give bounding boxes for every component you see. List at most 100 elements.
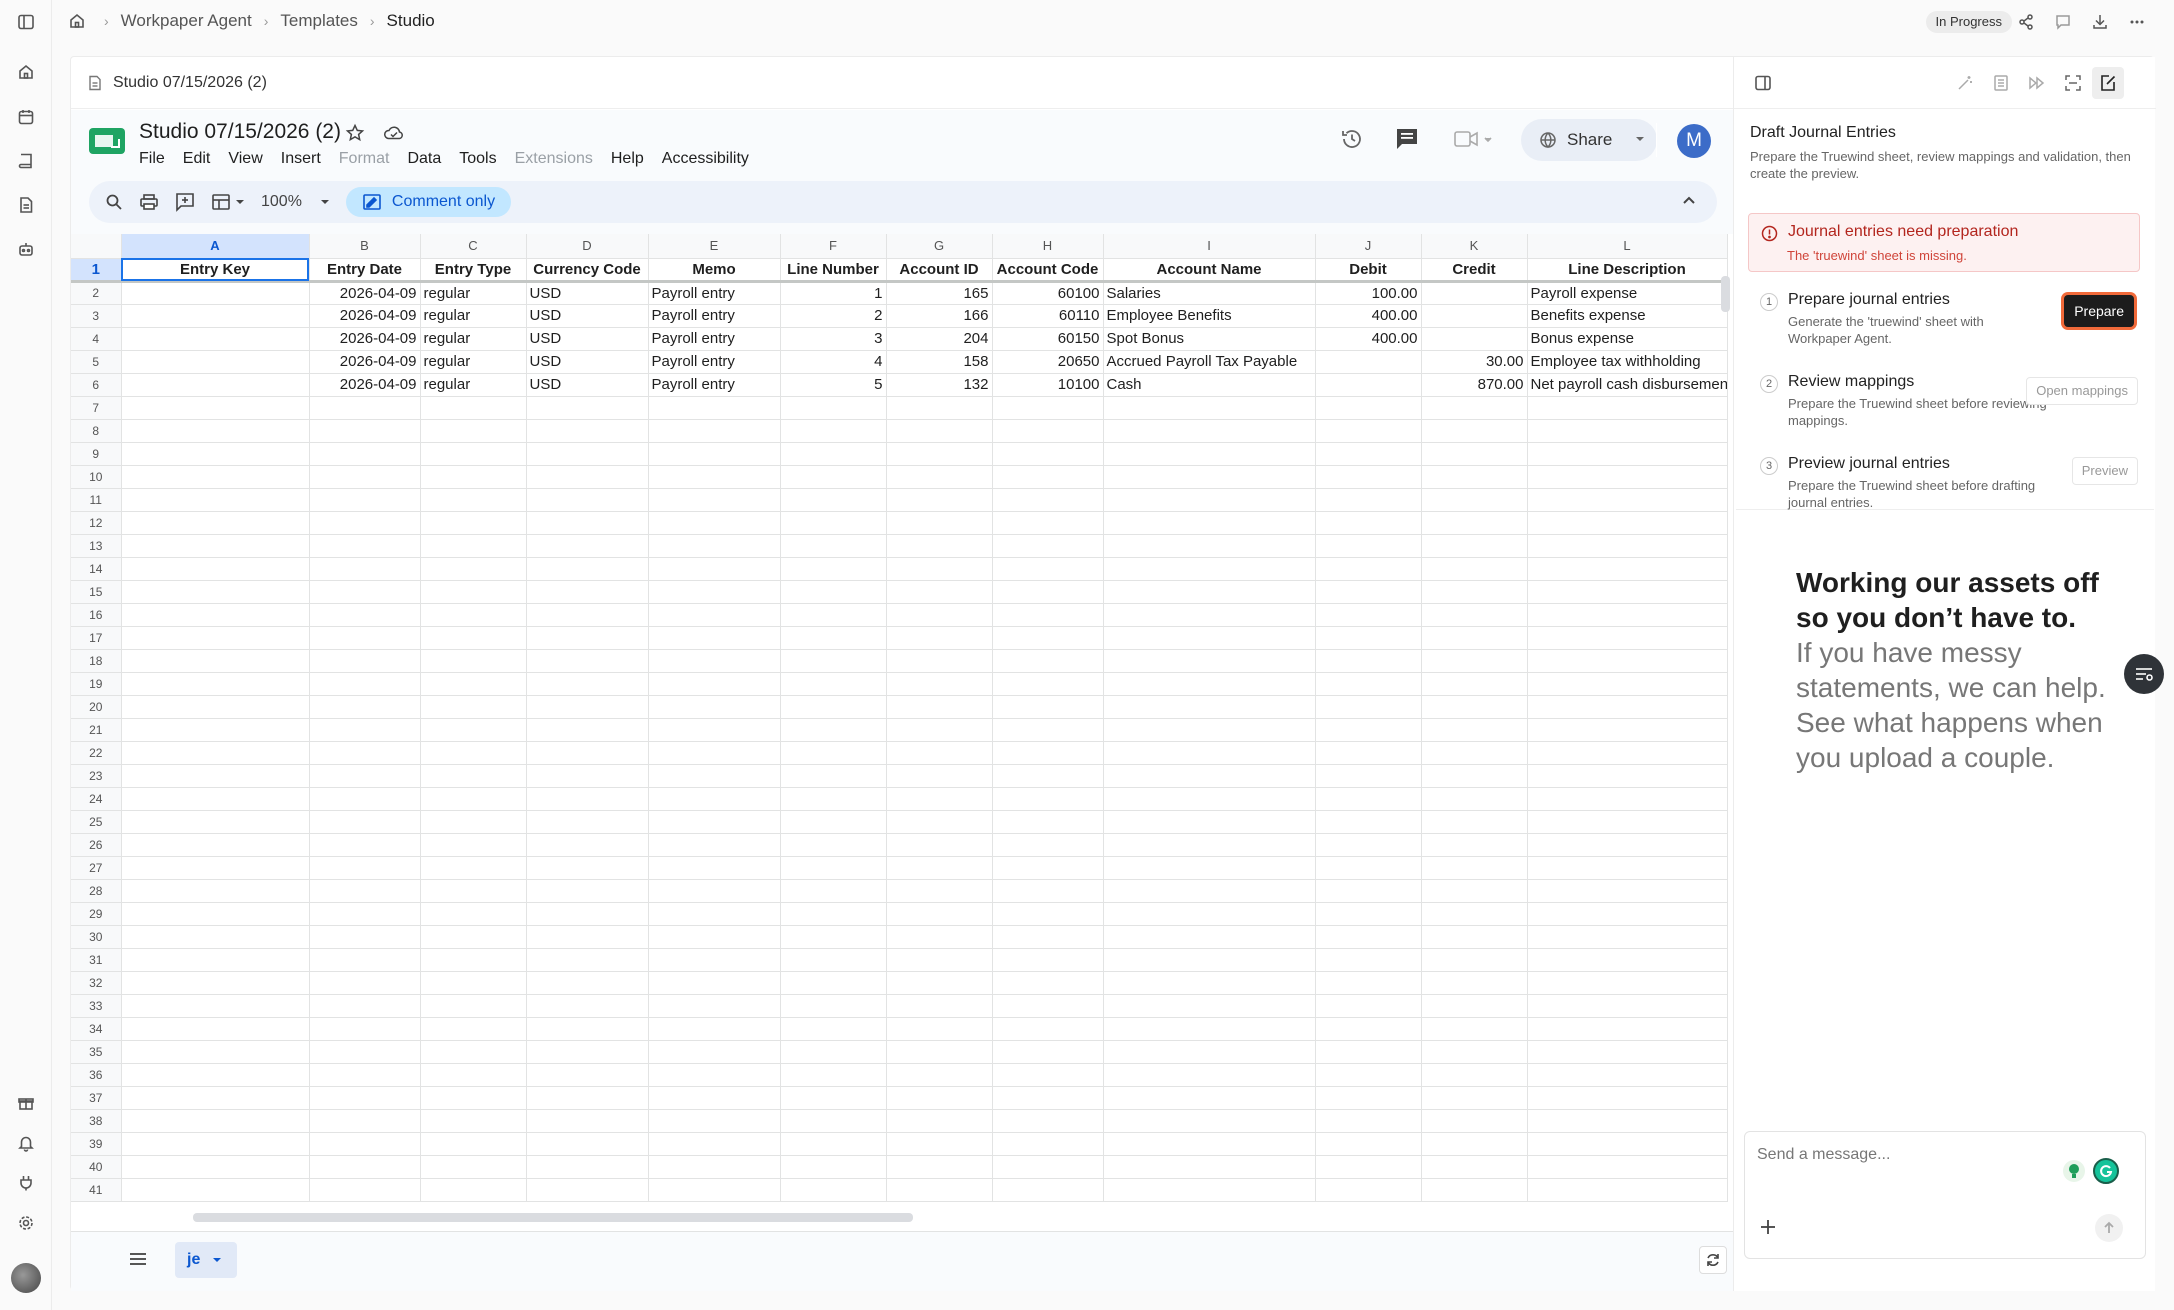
column-header-d[interactable]: D — [526, 234, 649, 259]
cell[interactable] — [1527, 856, 1728, 880]
cell[interactable] — [526, 1040, 649, 1064]
sheet-table[interactable]: A B C D E F G H I J K L 1 Entry Key Entry Date Entry Ty… — [71, 234, 1728, 1202]
cell[interactable] — [886, 649, 993, 673]
cell[interactable] — [1421, 281, 1528, 305]
cell[interactable] — [1421, 419, 1528, 443]
column-title-cell[interactable]: Entry Date — [309, 258, 421, 283]
cell[interactable] — [309, 488, 421, 512]
cell[interactable] — [992, 1132, 1104, 1156]
cell[interactable] — [1527, 787, 1728, 811]
cell[interactable] — [780, 879, 887, 903]
row-header[interactable]: 40 — [71, 1155, 122, 1179]
cell[interactable] — [886, 1109, 993, 1133]
cell[interactable] — [1527, 902, 1728, 926]
cell[interactable] — [992, 879, 1104, 903]
cell[interactable] — [1103, 534, 1316, 558]
cell[interactable] — [526, 1017, 649, 1041]
cell[interactable] — [526, 534, 649, 558]
row-header[interactable]: 8 — [71, 419, 122, 443]
cell[interactable] — [648, 557, 781, 581]
cell[interactable] — [1421, 1086, 1528, 1110]
menu-data[interactable]: Data — [407, 150, 441, 168]
cell[interactable]: Employee Benefits — [1103, 304, 1316, 328]
cell[interactable] — [886, 994, 993, 1018]
meet-video-icon[interactable] — [1453, 129, 1493, 149]
cell[interactable] — [1315, 1109, 1422, 1133]
cell[interactable] — [1421, 948, 1528, 972]
cell[interactable] — [1527, 557, 1728, 581]
cell[interactable] — [1103, 1017, 1316, 1041]
cell[interactable]: Bonus expense — [1527, 327, 1728, 351]
cell[interactable]: regular — [420, 373, 527, 397]
lightbulb-icon[interactable] — [2063, 1160, 2085, 1182]
cell[interactable] — [1421, 396, 1528, 420]
cell[interactable] — [1527, 1063, 1728, 1087]
cell[interactable] — [121, 465, 310, 489]
cell[interactable] — [886, 764, 993, 788]
cell[interactable] — [1527, 603, 1728, 627]
cell[interactable] — [648, 534, 781, 558]
cell[interactable] — [886, 787, 993, 811]
cell[interactable] — [121, 603, 310, 627]
cell[interactable] — [1421, 488, 1528, 512]
cell[interactable] — [121, 304, 310, 328]
add-comment-icon[interactable] — [175, 192, 195, 212]
draft-journal-entries-tool-icon[interactable] — [2092, 67, 2124, 99]
send-arrow-icon[interactable] — [2095, 1214, 2123, 1242]
cell[interactable] — [886, 488, 993, 512]
cell[interactable] — [309, 902, 421, 926]
cell[interactable] — [780, 511, 887, 535]
cell[interactable] — [121, 925, 310, 949]
cell[interactable] — [1527, 718, 1728, 742]
column-title-cell[interactable]: Account ID — [886, 258, 993, 283]
cell[interactable] — [1527, 511, 1728, 535]
cell[interactable] — [1527, 925, 1728, 949]
column-title-cell[interactable]: Memo — [648, 258, 781, 283]
cell[interactable] — [1103, 879, 1316, 903]
cell[interactable] — [1421, 741, 1528, 765]
cell[interactable]: 4 — [780, 350, 887, 374]
cell[interactable]: regular — [420, 327, 527, 351]
cell[interactable] — [121, 649, 310, 673]
cell[interactable] — [526, 649, 649, 673]
cell[interactable] — [886, 580, 993, 604]
home-breadcrumb-icon[interactable] — [68, 12, 86, 30]
cell[interactable] — [648, 396, 781, 420]
cell[interactable] — [992, 1109, 1104, 1133]
cell[interactable]: 132 — [886, 373, 993, 397]
cell[interactable] — [1315, 695, 1422, 719]
cell[interactable] — [1421, 833, 1528, 857]
cell[interactable] — [780, 1109, 887, 1133]
cell[interactable] — [648, 879, 781, 903]
cell[interactable] — [420, 1155, 527, 1179]
cell[interactable] — [526, 810, 649, 834]
cell[interactable] — [1421, 1063, 1528, 1087]
cell[interactable] — [121, 1132, 310, 1156]
cell[interactable] — [309, 419, 421, 443]
cell[interactable] — [420, 994, 527, 1018]
cell[interactable] — [648, 787, 781, 811]
row-header[interactable]: 37 — [71, 1086, 122, 1110]
cell[interactable] — [121, 879, 310, 903]
cell[interactable] — [1315, 626, 1422, 650]
cell[interactable] — [309, 442, 421, 466]
cell[interactable] — [121, 534, 310, 558]
cell[interactable] — [121, 419, 310, 443]
row-header[interactable]: 34 — [71, 1017, 122, 1041]
cell[interactable]: 1 — [780, 281, 887, 305]
cell[interactable] — [420, 1040, 527, 1064]
cell[interactable] — [420, 925, 527, 949]
cell[interactable] — [420, 534, 527, 558]
row-header[interactable]: 22 — [71, 741, 122, 765]
cell[interactable] — [121, 718, 310, 742]
zoom-select[interactable]: 100% — [261, 193, 330, 211]
all-sheets-menu-icon[interactable] — [129, 1252, 147, 1266]
cell[interactable] — [420, 856, 527, 880]
cell[interactable] — [526, 856, 649, 880]
cell[interactable] — [1421, 925, 1528, 949]
cell[interactable] — [1103, 833, 1316, 857]
cell[interactable] — [992, 764, 1104, 788]
cell[interactable]: 30.00 — [1421, 350, 1528, 374]
cell[interactable] — [526, 879, 649, 903]
row-header[interactable]: 32 — [71, 971, 122, 995]
